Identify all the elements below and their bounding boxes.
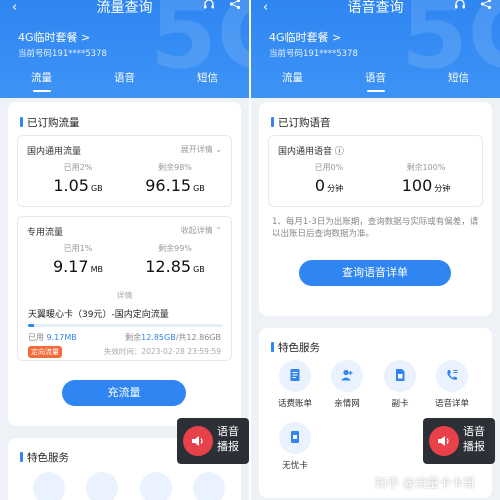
voice-line1: 语音 (217, 425, 239, 438)
service-item-bill[interactable]: 话费账单 (271, 360, 319, 409)
voice-line1: 语音 (463, 425, 485, 438)
collapse-details-toggle[interactable]: 收起详情 ⌃ (181, 225, 222, 236)
section-title: 已订购语音 (271, 115, 331, 130)
service-item[interactable] (132, 472, 180, 500)
plan-name-link[interactable]: 4G临时套餐 > (18, 29, 90, 45)
subscribed-voice-card: 已订购语音 国内通用语音 ⓘ 已用0% 0 分钟 剩余100% 100 分钟 1、每… (259, 102, 492, 316)
voice-query-screen: 5G ‹ 语音查询 4G临时套餐 > 当前号码191****5378 流量 语音… (251, 0, 500, 500)
service-item[interactable] (78, 472, 126, 500)
header-banner: 5G ‹ 语音查询 4G临时套餐 > 当前号码191****5378 流量 语音… (251, 0, 500, 98)
speaker-icon (183, 426, 213, 456)
remain-label: 剩余98% (158, 163, 192, 172)
tab-flow[interactable]: 流量 (12, 68, 72, 94)
headset-icon[interactable] (203, 0, 215, 10)
used-unit: 分钟 (327, 184, 344, 193)
phone-list-icon (445, 367, 459, 386)
remain-amount-text: 剩余12.85GB/共12.86GB (125, 333, 221, 342)
phone-number: 当前号码191****5378 (18, 49, 107, 59)
sim-card-icon (393, 367, 407, 386)
service-item-worry-free[interactable]: 无忧卡 (271, 422, 319, 471)
headset-icon[interactable] (454, 0, 466, 10)
used-stat: 已用1% 9.17 MB (33, 243, 123, 276)
directed-flow-badge: 定向流量 (28, 346, 62, 358)
remain-unit: 分钟 (434, 184, 451, 193)
services-title: 特色服务 (271, 340, 320, 355)
used-stat: 已用2% 1.05 GB (33, 162, 123, 195)
service-item[interactable] (185, 472, 233, 500)
zhihu-watermark: 知乎 @流量卡卡哥 (375, 476, 475, 490)
remain-value: 96.15 (145, 176, 192, 195)
query-voice-detail-button[interactable]: 查询语音详单 (299, 260, 451, 286)
remain-unit: GB (193, 184, 205, 193)
voice-broadcast-button[interactable]: 语音 播报 (177, 418, 249, 464)
used-label: 已用1% (63, 244, 93, 253)
remain-stat: 剩余99% 12.85 GB (130, 243, 220, 276)
dedicated-flow-title: 专用流量 (27, 228, 64, 238)
tab-flow[interactable]: 流量 (263, 68, 323, 94)
services-title: 特色服务 (20, 450, 69, 465)
voice-line2: 播报 (217, 440, 239, 453)
service-label: 话费账单 (277, 399, 312, 409)
domestic-voice-box: 国内通用语音 ⓘ 已用0% 0 分钟 剩余100% 100 分钟 (268, 135, 483, 207)
domestic-flow-box: 国内通用流量 展开详情 ⌄ 已用2% 1.05 GB 剩余98% 96.15 GB (17, 135, 232, 207)
flow-query-screen: 5G ‹ 流量查询 4G临时套餐 > 当前号码191****5378 流量 语音… (0, 0, 249, 500)
service-item[interactable] (25, 472, 73, 500)
used-amount-text: 已用 9.17MB (28, 333, 77, 342)
remain-stat: 剩余100% 100 分钟 (381, 162, 471, 195)
speaker-icon (429, 426, 459, 456)
phone-number: 当前号码191****5378 (269, 49, 358, 59)
service-label: 副卡 (391, 399, 409, 409)
header-banner: 5G ‹ 流量查询 4G临时套餐 > 当前号码191****5378 流量 语音… (0, 0, 249, 98)
remain-value: 12.85 (145, 257, 192, 276)
family-icon (340, 367, 354, 386)
details-divider-label: 详情 (116, 291, 133, 300)
share-icon[interactable] (229, 0, 241, 10)
used-value: 1.05 (53, 176, 89, 195)
dedicated-flow-box: 专用流量 收起详情 ⌃ 已用1% 9.17 MB 剩余99% 12.85 GB 详情… (17, 216, 232, 361)
domestic-flow-title: 国内通用流量 (27, 147, 82, 157)
domestic-voice-title: 国内通用语音 ⓘ (278, 147, 344, 157)
used-value: 9.17 (52, 257, 89, 276)
tab-sms[interactable]: 短信 (429, 68, 489, 94)
remain-stat: 剩余98% 96.15 GB (130, 162, 220, 195)
used-stat: 已用0% 0 分钟 (284, 162, 374, 195)
tab-sms[interactable]: 短信 (178, 68, 238, 94)
service-item-voice-detail[interactable]: 语音详单 (428, 360, 476, 409)
plan-name-link[interactable]: 4G临时套餐 > (269, 29, 341, 45)
services-card: 特色服务 话费账单 亲情网 副卡 语音详单 无忧卡 (259, 328, 492, 498)
remain-unit: GB (193, 265, 205, 274)
service-item-family[interactable]: 亲情网 (323, 360, 371, 409)
usage-progress-bar (28, 324, 223, 327)
usage-progress-fill (28, 324, 34, 327)
remain-label: 剩余100% (406, 163, 446, 172)
used-unit: GB (90, 184, 103, 193)
used-label: 已用0% (314, 163, 344, 172)
tab-voice[interactable]: 语音 (95, 68, 155, 94)
service-label: 语音详单 (434, 399, 469, 409)
used-value: 0 (314, 176, 326, 195)
voice-line2: 播报 (463, 440, 485, 453)
expand-details-toggle[interactable]: 展开详情 ⌄ (181, 144, 222, 155)
share-icon[interactable] (480, 0, 492, 10)
remain-label: 剩余99% (158, 244, 192, 253)
billing-note: 1、每月1-3日为出账期，查询数据与实际或有偏差，请以出账日后查询数据为准。 (272, 217, 479, 240)
voice-broadcast-button[interactable]: 语音 播报 (423, 418, 495, 464)
used-label: 已用2% (63, 163, 93, 172)
service-label: 无忧卡 (282, 461, 308, 471)
remain-value: 100 (401, 176, 433, 195)
used-unit: MB (90, 265, 103, 274)
section-title: 已订购流量 (20, 115, 80, 130)
service-label: 亲情网 (334, 399, 360, 409)
subscribed-flow-card: 已订购流量 国内通用流量 展开详情 ⌄ 已用2% 1.05 GB 剩余98% 96… (8, 102, 241, 426)
worry-free-card-icon (288, 429, 302, 448)
recharge-flow-button[interactable]: 充流量 (62, 380, 186, 406)
package-name: 天翼暖心卡（39元）-国内定向流量 (28, 310, 169, 320)
tab-voice[interactable]: 语音 (346, 68, 406, 94)
service-item-subcard[interactable]: 副卡 (376, 360, 424, 409)
expire-time: 失效时间：2023-02-28 23:59:59 (103, 347, 221, 356)
bill-icon (288, 367, 302, 386)
